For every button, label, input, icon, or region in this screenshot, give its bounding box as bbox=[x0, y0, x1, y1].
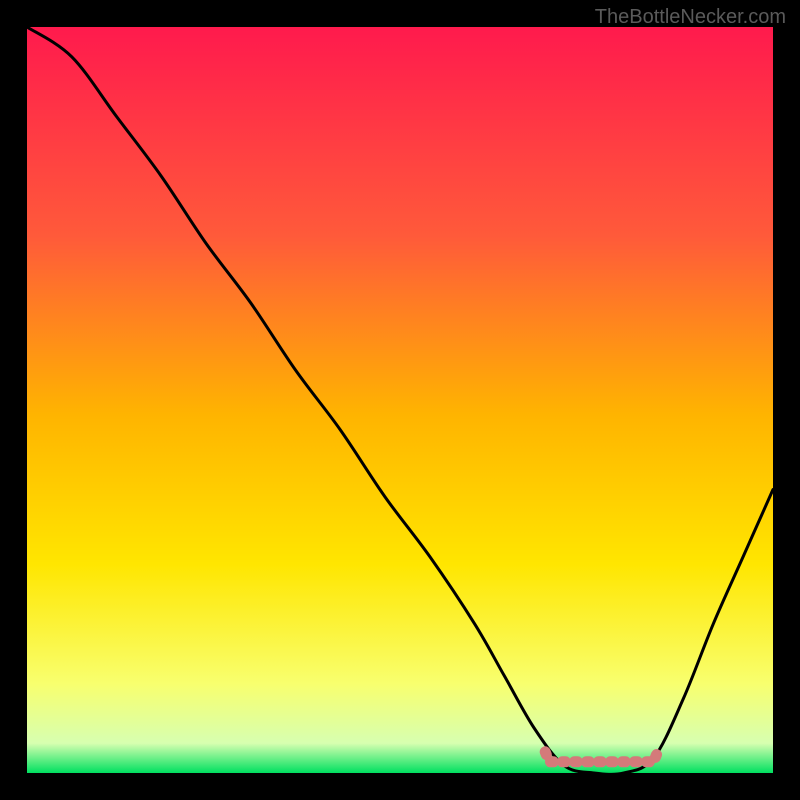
chart-plot-area bbox=[27, 27, 773, 773]
watermark-text: TheBottleNecker.com bbox=[595, 6, 786, 29]
frame-border-bottom bbox=[0, 773, 800, 800]
optimal-band-marker bbox=[27, 27, 773, 773]
